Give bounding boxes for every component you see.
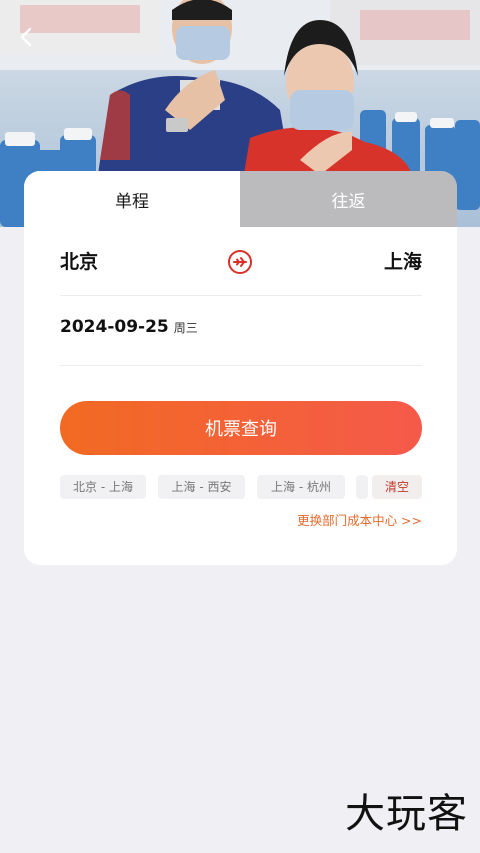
tab-one-way[interactable]: 单程 xyxy=(24,171,240,227)
departure-city[interactable]: 北京 xyxy=(60,245,98,279)
tab-round-trip[interactable]: 往返 xyxy=(240,171,457,227)
back-button[interactable] xyxy=(14,24,40,50)
trip-type-tabs: 单程 往返 xyxy=(24,171,457,227)
change-cost-center-link[interactable]: 更换部门成本中心 >> xyxy=(297,510,422,529)
route-row: 北京 上海 xyxy=(60,245,422,291)
search-flights-button[interactable]: 机票查询 xyxy=(60,401,422,455)
history-chip-partial[interactable] xyxy=(356,475,368,499)
divider xyxy=(60,365,422,366)
search-history: 北京 - 上海 上海 - 西安 上海 - 杭州 清空 xyxy=(60,475,422,499)
chevron-left-icon xyxy=(20,27,32,47)
date-value: 2024-09-25 xyxy=(60,317,169,337)
plane-swap-icon xyxy=(228,250,252,274)
history-chip[interactable]: 上海 - 西安 xyxy=(158,475,245,499)
clear-history-button[interactable]: 清空 xyxy=(372,475,422,499)
departure-date[interactable]: 2024-09-25 周三 xyxy=(60,317,198,347)
weekday-label: 周三 xyxy=(173,321,198,335)
divider xyxy=(60,295,422,296)
swap-cities-button[interactable] xyxy=(227,249,253,275)
history-chip[interactable]: 北京 - 上海 xyxy=(60,475,146,499)
history-chip[interactable]: 上海 - 杭州 xyxy=(257,475,345,499)
watermark-logo: 大玩客 xyxy=(345,791,468,837)
flight-search-card: 单程 往返 北京 上海 2024-09-25 周三 机票查询 北京 - 上海 上… xyxy=(24,171,457,565)
arrival-city[interactable]: 上海 xyxy=(384,245,422,279)
